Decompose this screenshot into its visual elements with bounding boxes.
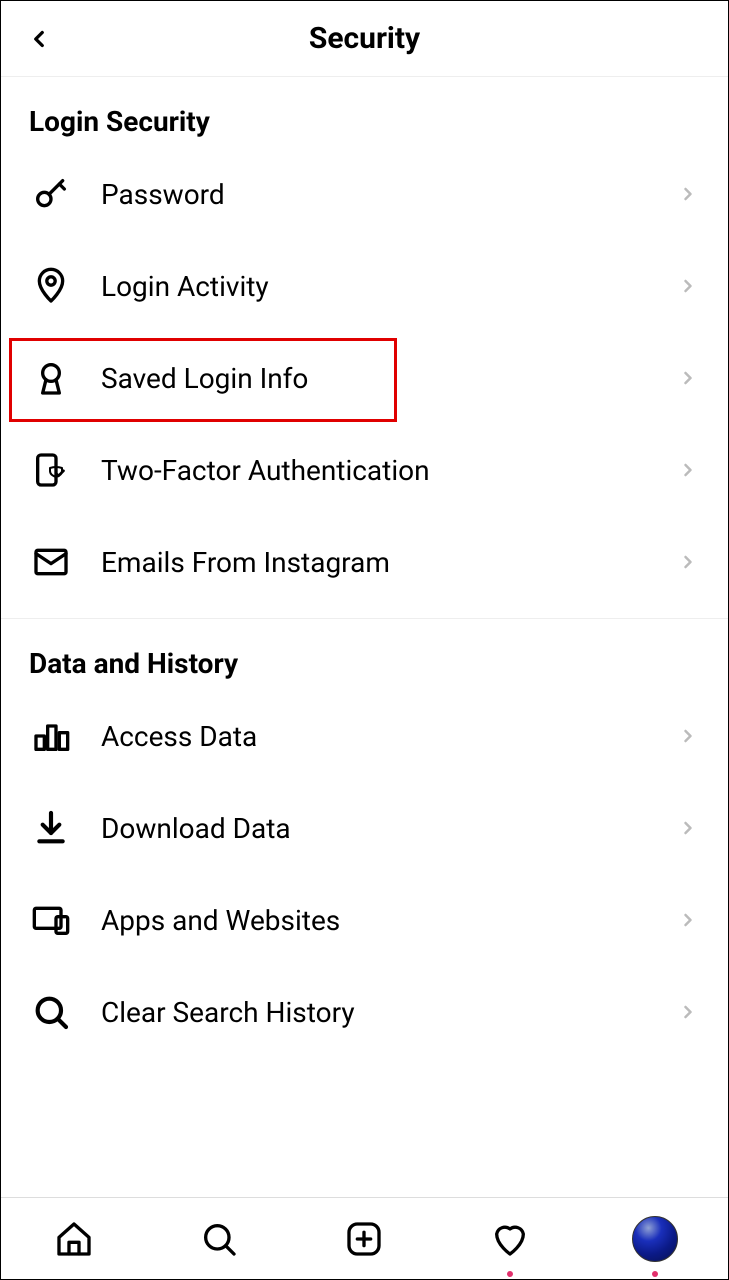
bar-chart-icon — [29, 714, 73, 758]
chevron-right-icon — [676, 182, 700, 206]
tab-profile[interactable] — [625, 1209, 685, 1269]
avatar — [632, 1216, 678, 1262]
row-apps-websites[interactable]: Apps and Websites — [1, 874, 728, 966]
envelope-icon — [29, 540, 73, 584]
settings-content: Login Security Password Login Activity S… — [1, 77, 728, 1197]
row-label: Download Data — [101, 812, 648, 845]
keyhole-icon — [29, 356, 73, 400]
tab-new-post[interactable] — [334, 1209, 394, 1269]
row-label: Two-Factor Authentication — [101, 454, 648, 487]
bottom-tabbar — [1, 1197, 728, 1279]
tab-home[interactable] — [44, 1209, 104, 1269]
chevron-right-icon — [676, 724, 700, 748]
row-label: Password — [101, 178, 648, 211]
chevron-right-icon — [676, 366, 700, 390]
row-label: Access Data — [101, 720, 648, 753]
heart-icon — [490, 1219, 530, 1259]
chevron-right-icon — [676, 274, 700, 298]
location-pin-icon — [29, 264, 73, 308]
tab-search[interactable] — [189, 1209, 249, 1269]
download-icon — [29, 806, 73, 850]
chevron-right-icon — [676, 550, 700, 574]
chevron-left-icon — [26, 26, 52, 52]
row-label: Saved Login Info — [101, 362, 648, 395]
chevron-right-icon — [676, 1000, 700, 1024]
row-label: Apps and Websites — [101, 904, 648, 937]
key-icon — [29, 172, 73, 216]
plus-square-icon — [344, 1219, 384, 1259]
chevron-right-icon — [676, 458, 700, 482]
row-emails-from-instagram[interactable]: Emails From Instagram — [1, 516, 728, 608]
chevron-right-icon — [676, 908, 700, 932]
row-saved-login-info[interactable]: Saved Login Info — [1, 332, 728, 424]
device-shield-icon — [29, 448, 73, 492]
row-access-data[interactable]: Access Data — [1, 690, 728, 782]
chevron-right-icon — [676, 816, 700, 840]
section-title-data-history: Data and History — [1, 619, 728, 690]
search-icon — [29, 990, 73, 1034]
back-button[interactable] — [19, 19, 59, 59]
header-bar: Security — [1, 1, 728, 77]
row-label: Clear Search History — [101, 996, 648, 1029]
notification-dot — [652, 1271, 658, 1277]
tab-activity[interactable] — [480, 1209, 540, 1269]
row-password[interactable]: Password — [1, 148, 728, 240]
row-label: Emails From Instagram — [101, 546, 648, 579]
row-clear-search-history[interactable]: Clear Search History — [1, 966, 728, 1058]
row-login-activity[interactable]: Login Activity — [1, 240, 728, 332]
devices-icon — [29, 898, 73, 942]
row-two-factor-auth[interactable]: Two-Factor Authentication — [1, 424, 728, 516]
home-icon — [54, 1219, 94, 1259]
row-download-data[interactable]: Download Data — [1, 782, 728, 874]
notification-dot — [507, 1271, 513, 1277]
search-icon — [199, 1219, 239, 1259]
page-title: Security — [25, 21, 704, 56]
section-title-login-security: Login Security — [1, 77, 728, 148]
row-label: Login Activity — [101, 270, 648, 303]
